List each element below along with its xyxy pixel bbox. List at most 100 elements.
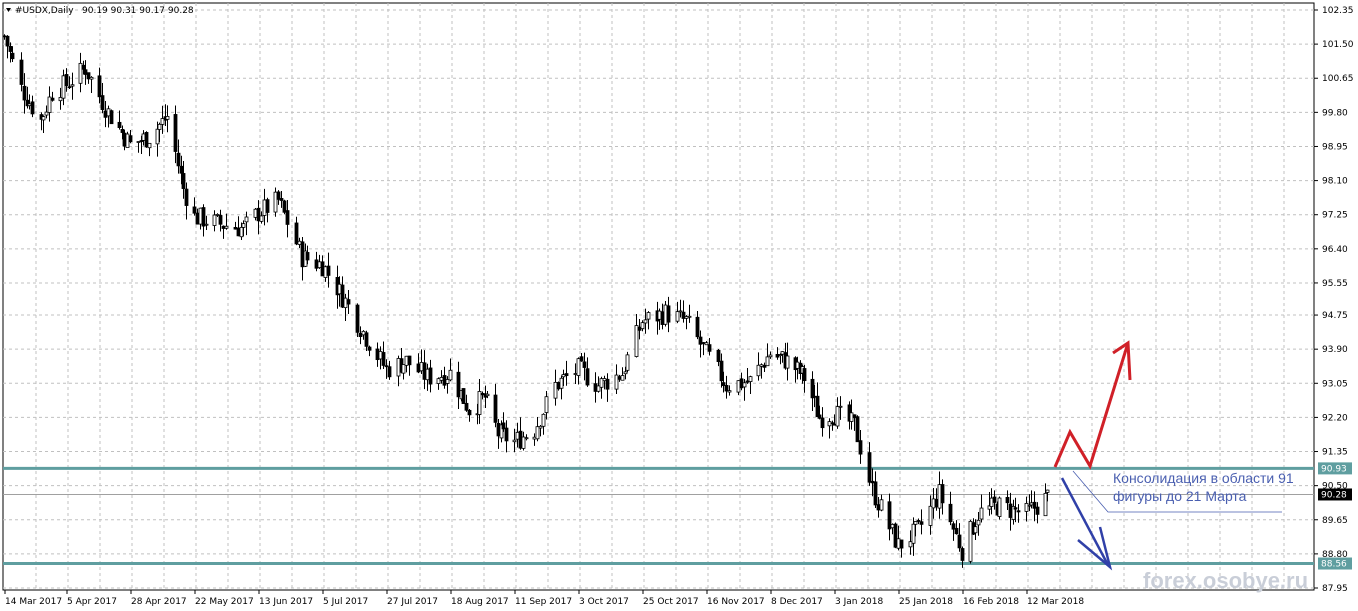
candle-bear [887,501,892,530]
price-chart[interactable]: 90.93 88.56 90.28 102.35 101.50 100.65 99.80 9… [0,0,1358,611]
candle-bull [155,128,160,145]
candle-bear [467,409,472,416]
candle-bull [541,413,546,427]
candle-bull [1029,502,1034,506]
candle-bear [282,200,287,213]
candle-bear [579,356,584,362]
candle-bear [1005,496,1010,504]
x-tick-label: 18 Aug 2017 [451,597,509,607]
candle-bear [83,69,88,75]
candle-bull [573,373,578,375]
candle-bull [337,283,342,295]
candle-bear [407,355,412,366]
candle-bull [976,519,981,526]
candle-bull [997,497,1002,517]
x-tick-label: 11 Sep 2017 [515,597,572,607]
candle-bear [762,364,767,368]
candle-bear [346,299,351,305]
candle-bull [515,431,520,440]
candle-bear [496,423,501,437]
y-tick-label: 93.05 [1322,379,1348,389]
candle-bull [244,216,249,223]
candle-bull [678,310,683,313]
x-tick-label: 16 Nov 2017 [707,597,765,607]
x-tick-label: 28 Apr 2017 [131,597,187,607]
candle-bear [279,198,284,201]
candle-bear [375,348,380,361]
candle-bear [100,95,105,110]
candle-bear [30,101,35,115]
candle-bull [204,223,209,226]
candle-bull [165,116,170,120]
candle-bear [480,392,485,396]
candle-bull [439,377,444,381]
candle-bull [553,381,558,399]
candle-bear [86,72,91,80]
candle-bear [2,35,7,38]
candle-bull [61,75,66,99]
candle-bear [300,241,305,268]
candle-bull [620,375,625,381]
candle-bull [727,390,732,393]
candle-bull [27,103,32,107]
candle-bull [404,355,409,366]
candle-bull [576,358,581,376]
candle-bear [501,422,506,430]
x-tick-label: 27 Jul 2017 [387,597,438,607]
candle-bear [67,86,72,89]
candle-bull [445,379,450,384]
candle-bear [817,414,822,419]
candle-bull [262,199,267,216]
watermark: forex.osobye.ru [1143,568,1308,593]
candle-bear [893,523,898,548]
candle-bear [493,394,498,423]
candle-bull [780,351,785,355]
candle-bear [518,430,523,449]
y-tick-label: 97.25 [1322,211,1348,221]
x-tick-label: 12 Mar 2018 [1027,597,1084,607]
candle-bear [954,527,959,535]
candle-bear [992,496,997,503]
candle-bear [326,265,331,276]
ohlc-values: 90.19 90.31 90.17 90.28 [82,6,194,16]
x-tick-label: 14 Mar 2017 [5,597,62,607]
candle-bull [890,523,895,529]
y-tick-label: 101.50 [1322,40,1354,50]
candle-bear [340,284,345,308]
candle-bull [512,439,517,443]
candle-bull [361,330,366,336]
chart-window[interactable]: 90.93 88.56 90.28 102.35 101.50 100.65 99.80 9… [0,0,1358,611]
candle-bear [103,110,108,118]
candle-bull [521,436,526,449]
candle-bear [201,207,206,227]
candle-bear [739,378,744,389]
candle-bull [785,355,790,369]
candle-bear [940,484,945,504]
candle-bear [179,165,184,174]
candle-bull [937,484,942,509]
x-tick-label: 16 Feb 2018 [963,597,1019,607]
y-tick-label: 87.95 [1322,584,1348,594]
candle-bear [593,383,598,392]
candle-bull [756,364,761,377]
candle-bear [285,210,290,225]
candle-bull [125,133,130,148]
candle-bear [256,207,261,222]
candle-bear [852,414,857,419]
candle-bear [919,521,924,525]
candle-bear [695,316,700,338]
candle-bear [176,152,181,167]
candle-bear [10,52,15,60]
candle-bear [422,362,427,380]
candle-bear [144,132,149,148]
candle-bear [120,128,125,133]
y-tick-label: 98.95 [1322,142,1348,152]
candle-bear [745,380,750,383]
x-tick-label: 8 Dec 2017 [771,597,823,607]
candle-bear [221,225,226,229]
x-tick-label: 25 Jan 2018 [899,597,953,607]
candle-bull [623,371,628,375]
candle-bear [934,498,939,508]
candle-bull [768,354,773,358]
candle-bull [524,437,529,440]
